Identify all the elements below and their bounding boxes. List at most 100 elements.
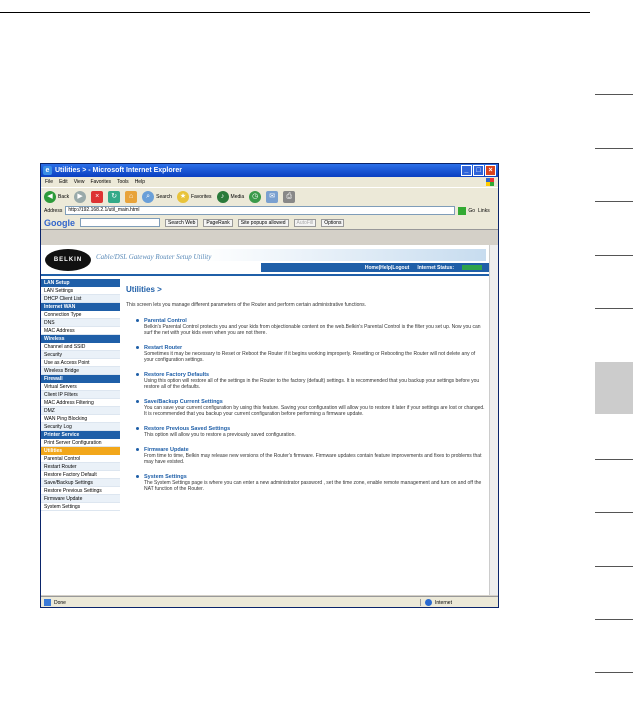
page-icon bbox=[44, 599, 51, 606]
sidebar-item-dns[interactable]: DNS bbox=[41, 319, 120, 327]
history-button[interactable]: ◷ bbox=[249, 190, 262, 203]
sidebar-item-print-server-configuration[interactable]: Print Server Configuration bbox=[41, 439, 120, 447]
router-title: Cable/DSL Gateway Router Setup Utility bbox=[96, 253, 212, 261]
pagerank-indicator[interactable]: PageRank bbox=[203, 218, 233, 227]
media-button[interactable]: ♪ Media bbox=[216, 190, 244, 203]
sidebar-item-mac-address[interactable]: MAC Address bbox=[41, 327, 120, 335]
sidebar-item-lan-settings[interactable]: LAN Settings bbox=[41, 287, 120, 295]
print-icon: ⎙ bbox=[283, 190, 296, 203]
sidebar-item-wireless-bridge[interactable]: Wireless Bridge bbox=[41, 367, 120, 375]
utility-description: Using this option will restore all of th… bbox=[144, 378, 480, 390]
autofill-button[interactable]: AutoFill bbox=[293, 218, 317, 227]
sidebar-item-virtual-servers[interactable]: Virtual Servers bbox=[41, 383, 120, 391]
utility-description: You can save your current configuration … bbox=[144, 405, 485, 417]
sidebar-item-dmz[interactable]: DMZ bbox=[41, 407, 120, 415]
tab-line bbox=[595, 148, 633, 149]
menu-view[interactable]: View bbox=[74, 179, 85, 185]
utility-description: This option will allow you to restore a … bbox=[144, 432, 296, 438]
tab-line bbox=[595, 566, 633, 567]
sidebar-item-save-backup-settings[interactable]: Save/Backup Settings bbox=[41, 479, 120, 487]
active-margin-tab bbox=[595, 362, 633, 414]
sidebar-item-parental-control[interactable]: Parental Control bbox=[41, 455, 120, 463]
home-button[interactable]: ⌂ bbox=[125, 190, 138, 203]
google-search-input[interactable] bbox=[80, 218, 160, 227]
stop-button[interactable]: × bbox=[91, 190, 104, 203]
sidebar-section-printer-service: Printer Service bbox=[41, 431, 120, 439]
sidebar-section-internet-wan: Internet WAN bbox=[41, 303, 120, 311]
utility-section: Restore Factory Defaults Using this optio… bbox=[126, 372, 486, 390]
internet-status-label: Internet Status: bbox=[417, 264, 454, 271]
address-input[interactable]: http://192.168.2.1/util_main.html bbox=[65, 206, 456, 215]
utility-description: Sometimes it may be necessary to Reset o… bbox=[144, 351, 476, 363]
mail-icon: ✉ bbox=[266, 190, 279, 203]
mail-button[interactable]: ✉ bbox=[266, 190, 279, 203]
sidebar-item-restore-factory-default[interactable]: Restore Factory Default bbox=[41, 471, 120, 479]
options-button[interactable]: Options bbox=[321, 218, 345, 227]
menu-help[interactable]: Help bbox=[135, 179, 145, 185]
sidebar-item-security-log[interactable]: Security Log bbox=[41, 423, 120, 431]
star-icon: ★ bbox=[176, 190, 189, 203]
print-button[interactable]: ⎙ bbox=[283, 190, 296, 203]
title-bar: e Utilities > - Microsoft Internet Explo… bbox=[41, 164, 498, 177]
search-web-button[interactable]: Search Web bbox=[165, 218, 199, 227]
tab-line bbox=[595, 255, 633, 256]
content-intro: This screen lets you manage different pa… bbox=[126, 302, 367, 308]
utility-section: Save/Backup Current Settings You can save… bbox=[126, 399, 486, 417]
belkin-logo: BELKIN bbox=[45, 249, 91, 271]
utility-section: Firmware Update From time to time, Belkin… bbox=[126, 447, 486, 465]
forward-button[interactable]: ▶ bbox=[74, 190, 87, 203]
menu-favorites[interactable]: Favorites bbox=[90, 179, 111, 185]
sidebar-item-channel-and-ssid[interactable]: Channel and SSID bbox=[41, 343, 120, 351]
sidebar-item-system-settings[interactable]: System Settings bbox=[41, 503, 120, 511]
sidebar-item-connection-type[interactable]: Connection Type bbox=[41, 311, 120, 319]
tab-line bbox=[595, 672, 633, 673]
sidebar-item-security[interactable]: Security bbox=[41, 351, 120, 359]
utility-description: Belkin's Parental Control protects you a… bbox=[144, 324, 481, 336]
sidebar-item-use-as-access-point[interactable]: Use as Access Point bbox=[41, 359, 120, 367]
sidebar-item-client-ip-filters[interactable]: Client IP Filters bbox=[41, 391, 120, 399]
router-header: BELKIN Cable/DSL Gateway Router Setup Ut… bbox=[41, 245, 490, 276]
favorites-button[interactable]: ★ Favorites bbox=[176, 190, 212, 203]
go-button[interactable]: Go bbox=[458, 206, 475, 215]
menu-edit[interactable]: Edit bbox=[59, 179, 68, 185]
minimize-button[interactable]: _ bbox=[461, 165, 472, 176]
google-toolbar: Google Search Web PageRank Site popups a… bbox=[41, 216, 498, 230]
utility-description: From time to time, Belkin may release ne… bbox=[144, 453, 482, 465]
back-button[interactable]: ◀ Back bbox=[44, 190, 69, 203]
utility-description: The System Settings page is where you ca… bbox=[144, 480, 482, 492]
router-sidebar: LAN Setup LAN Settings DHCP Client List Int… bbox=[41, 279, 120, 511]
refresh-button[interactable]: ↻ bbox=[108, 190, 121, 203]
media-icon: ♪ bbox=[216, 190, 229, 203]
google-logo[interactable]: Google bbox=[44, 218, 75, 228]
status-done: Done bbox=[41, 599, 420, 606]
status-bar: Done Internet bbox=[41, 596, 498, 607]
utility-section: Restart Router Sometimes it may be necess… bbox=[126, 345, 486, 363]
utility-section: System Settings The System Settings page … bbox=[126, 474, 486, 492]
close-button[interactable]: × bbox=[485, 165, 496, 176]
sidebar-section-utilities: Utilities bbox=[41, 447, 120, 455]
maximize-button[interactable]: □ bbox=[473, 165, 484, 176]
vertical-scrollbar[interactable] bbox=[489, 245, 498, 595]
popup-blocker-button[interactable]: Site popups allowed bbox=[237, 218, 289, 227]
sidebar-item-restore-previous-settings[interactable]: Restore Previous Settings bbox=[41, 487, 120, 495]
address-label: Address bbox=[44, 207, 63, 214]
sidebar-item-dhcp-client-list[interactable]: DHCP Client List bbox=[41, 295, 120, 303]
router-page: BELKIN Cable/DSL Gateway Router Setup Ut… bbox=[41, 245, 490, 595]
links-button[interactable]: Links bbox=[478, 208, 490, 214]
sidebar-item-firmware-update[interactable]: Firmware Update bbox=[41, 495, 120, 503]
utility-section: Parental Control Belkin's Parental Contro… bbox=[126, 318, 486, 336]
sidebar-item-mac-address-filtering[interactable]: MAC Address Filtering bbox=[41, 399, 120, 407]
menu-tools[interactable]: Tools bbox=[117, 179, 129, 185]
search-button[interactable]: ⌕ Search bbox=[142, 190, 172, 203]
sidebar-section-lan-setup: LAN Setup bbox=[41, 279, 120, 287]
header-divider bbox=[41, 274, 490, 276]
nav-home[interactable]: Home|Help|Logout bbox=[365, 265, 410, 271]
margin-tabs bbox=[595, 0, 633, 724]
back-arrow-icon: ◀ bbox=[44, 190, 56, 203]
menu-file[interactable]: File bbox=[45, 179, 53, 185]
sidebar-item-wan-ping-blocking[interactable]: WAN Ping Blocking bbox=[41, 415, 120, 423]
utilities-content: Utilities > This screen lets you manage … bbox=[126, 285, 486, 501]
standard-toolbar: ◀ Back ▶ × ↻ ⌂ ⌕ Search ★ Favorites ♪ Media … bbox=[41, 187, 498, 205]
window-title: Utilities > - Microsoft Internet Explore… bbox=[55, 167, 182, 174]
sidebar-item-restart-router[interactable]: Restart Router bbox=[41, 463, 120, 471]
